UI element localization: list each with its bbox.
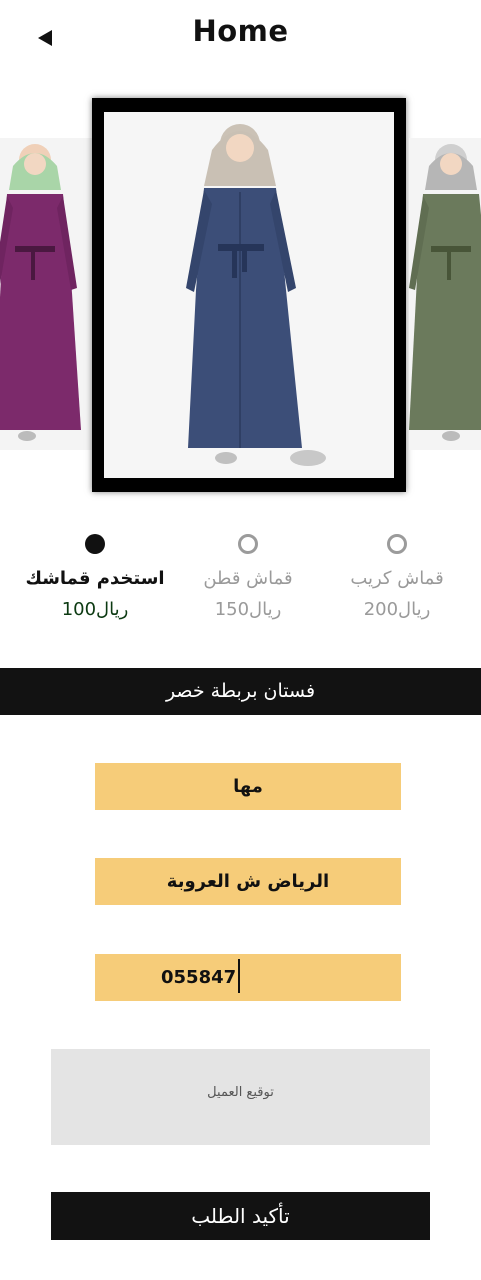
- fabric-option-price: 200ريال: [363, 599, 431, 620]
- dress-image-navy: [186, 124, 326, 466]
- address-input[interactable]: الرياض ش العروبة: [95, 858, 401, 905]
- carousel-item-next[interactable]: [409, 138, 481, 450]
- fabric-option-own[interactable]: استخدم قماشك 100ريال: [20, 534, 170, 620]
- confirm-order-button[interactable]: تأكيد الطلب: [51, 1192, 430, 1240]
- fabric-option-price: 100ريال: [61, 599, 129, 620]
- phone-value: 055847: [161, 967, 237, 988]
- signature-pad[interactable]: توقيع العميل: [51, 1049, 430, 1145]
- dress-image-frame: [104, 112, 394, 478]
- fabric-option-price: 150ريال: [214, 599, 282, 620]
- fabric-option-name: قماش قطن: [203, 568, 293, 589]
- carousel-item-current[interactable]: [92, 98, 406, 492]
- fabric-option-crepe[interactable]: قماش كريب 200ريال: [322, 534, 472, 620]
- fabric-option-name: استخدم قماشك: [25, 568, 165, 589]
- page-title: Home: [192, 14, 289, 48]
- name-input[interactable]: مها: [95, 763, 401, 810]
- fabric-option-name: قماش كريب: [350, 568, 444, 589]
- phone-input[interactable]: 055847: [95, 954, 401, 1001]
- product-name: فستان بربطة خصر: [0, 668, 481, 715]
- text-caret: [238, 959, 241, 993]
- radio-unselected-icon[interactable]: [238, 534, 258, 554]
- carousel-item-prev[interactable]: [0, 138, 92, 450]
- dress-image-purple: [0, 144, 81, 441]
- dress-image-olive: [409, 144, 481, 441]
- fabric-option-cotton[interactable]: قماش قطن 150ريال: [173, 534, 323, 620]
- radio-selected-icon[interactable]: [85, 534, 105, 554]
- radio-unselected-icon[interactable]: [387, 534, 407, 554]
